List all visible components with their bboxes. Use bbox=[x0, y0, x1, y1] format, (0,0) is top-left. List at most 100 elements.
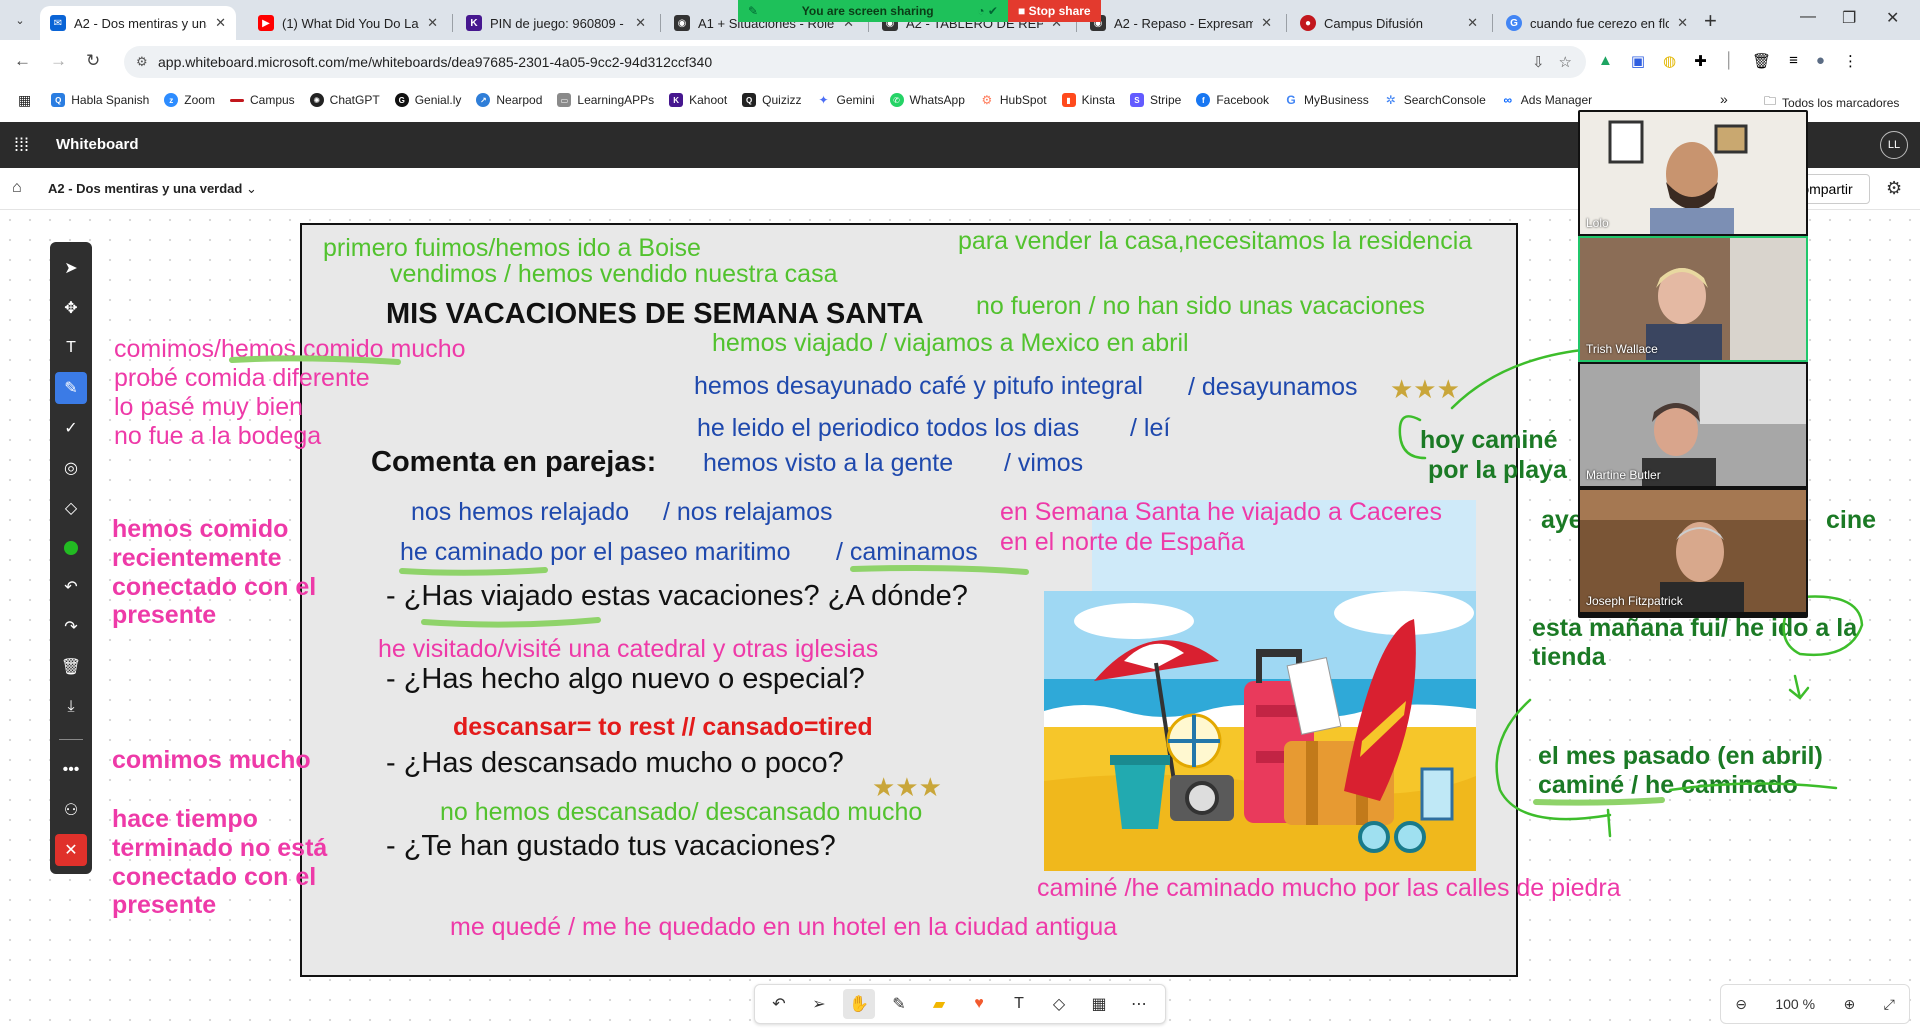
ink-green-2[interactable]: vendimos / hemos vendido nuestra casa bbox=[390, 262, 837, 287]
ink-green-6[interactable]: no hemos descansado/ descansado mucho bbox=[440, 800, 922, 825]
back-icon[interactable]: ← bbox=[14, 51, 31, 71]
reaction-heart-icon[interactable]: ♥ bbox=[963, 989, 995, 1019]
install-app-icon[interactable]: ⇩ bbox=[1532, 53, 1545, 71]
home-icon[interactable]: ⌂ bbox=[12, 179, 22, 197]
ink-blue-1[interactable]: hemos desayunado café y pitufo integral bbox=[694, 374, 1143, 399]
menu-kebab-icon[interactable]: ⋮ bbox=[1843, 52, 1858, 70]
zoom-out-icon[interactable]: ⊖ bbox=[1735, 996, 1747, 1013]
ink-pink-6[interactable]: en el norte de España bbox=[1000, 530, 1245, 555]
more-bookmarks-icon[interactable]: » bbox=[1720, 91, 1728, 107]
ink-pink-bold-1[interactable]: hemos comido recientemente conectado con… bbox=[112, 515, 352, 630]
ink-darkgreen-4[interactable]: cine bbox=[1826, 508, 1876, 533]
ink-blue-7[interactable]: nos hemos relajado bbox=[411, 500, 629, 525]
bookmark-genially[interactable]: G Genial.ly bbox=[394, 93, 461, 107]
ink-blue-3[interactable]: he leido el periodico todos los dias bbox=[697, 416, 1079, 441]
bookmark-gemini[interactable]: ✦ Gemini bbox=[817, 93, 874, 107]
ink-pink-1[interactable]: comimos/hemos comido mucho bbox=[114, 337, 466, 362]
bookmark-kahoot[interactable]: K Kahoot bbox=[669, 93, 727, 107]
bookmark-stripe[interactable]: S Stripe bbox=[1129, 93, 1181, 107]
color-picker-icon[interactable] bbox=[55, 532, 87, 564]
settings-gear-icon[interactable]: ⚙ bbox=[1886, 178, 1902, 199]
ink-blue-10[interactable]: / caminamos bbox=[836, 540, 978, 565]
sticky-note-icon[interactable]: ▰ bbox=[923, 989, 955, 1019]
pen-icon[interactable]: ✎ bbox=[883, 989, 915, 1019]
templates-icon[interactable]: ▦ bbox=[1083, 989, 1115, 1019]
drive-extension-icon[interactable]: ▲ bbox=[1598, 52, 1613, 70]
ink-darkgreen-5[interactable]: esta mañana fui/ he ido a la tienda bbox=[1532, 614, 1892, 672]
window-close-icon[interactable]: ✕ bbox=[1886, 8, 1899, 28]
delete-icon[interactable]: 🗑 bbox=[1752, 52, 1771, 70]
app-name[interactable]: Whiteboard bbox=[56, 136, 139, 153]
bookmark-mybusiness[interactable]: G MyBusiness bbox=[1284, 93, 1368, 107]
participant-tile[interactable]: Martine Butler bbox=[1580, 364, 1806, 486]
participant-tile[interactable]: Lolo bbox=[1580, 112, 1806, 234]
bookmark-habla-spanish[interactable]: Q Habla Spanish bbox=[51, 93, 149, 107]
ink-pink-2[interactable]: probé comida diferente bbox=[114, 366, 370, 391]
fit-screen-icon[interactable]: ⤢ bbox=[1884, 996, 1895, 1013]
ink-blue-9[interactable]: he caminado por el paseo maritimo bbox=[400, 540, 790, 565]
ink-pink-4[interactable]: no fue a la bodega bbox=[114, 424, 321, 449]
undo-icon[interactable]: ↶ bbox=[55, 572, 87, 604]
checkmark-icon[interactable]: ✓ bbox=[55, 412, 87, 444]
ink-red-vocabulary[interactable]: descansar= to rest // cansado=tired bbox=[453, 715, 873, 740]
ink-darkgreen-7[interactable]: caminé / he caminado bbox=[1538, 773, 1798, 798]
ink-pink-5[interactable]: en Semana Santa he viajado a Caceres bbox=[1000, 500, 1442, 525]
redo-icon[interactable]: ↷ bbox=[55, 611, 87, 643]
trash-icon[interactable]: 🗑 bbox=[55, 651, 87, 683]
close-icon[interactable]: ✕ bbox=[215, 15, 226, 31]
zoom-in-icon[interactable]: ⊕ bbox=[1843, 996, 1855, 1013]
bookmark-whatsapp[interactable]: ✆ WhatsApp bbox=[889, 93, 965, 107]
laser-icon[interactable]: ◎ bbox=[55, 452, 87, 484]
headphones-extension-icon[interactable]: ◍ bbox=[1663, 52, 1676, 70]
ink-green-1[interactable]: primero fuimos/hemos ido a Boise bbox=[323, 236, 701, 261]
restore-icon[interactable]: ❐ bbox=[1842, 8, 1856, 28]
user-avatar[interactable]: LL bbox=[1880, 131, 1908, 159]
bookmark-ads-manager[interactable]: ∞ Ads Manager bbox=[1501, 93, 1592, 107]
ink-blue-4[interactable]: / leí bbox=[1130, 416, 1170, 441]
ink-blue-2[interactable]: / desayunamos bbox=[1188, 375, 1358, 400]
ink-pink-8[interactable]: caminé /he caminado mucho por las calles… bbox=[1037, 876, 1621, 901]
apps-grid-icon[interactable]: ▦ bbox=[18, 92, 31, 109]
bookmark-facebook[interactable]: f Facebook bbox=[1196, 93, 1269, 107]
ink-pink-9[interactable]: me quedé / me he quedado en un hotel en … bbox=[450, 915, 1117, 940]
bookmark-learningapps[interactable]: ▭ LearningAPPs bbox=[557, 93, 654, 107]
ink-darkgreen-6[interactable]: el mes pasado (en abril) bbox=[1538, 744, 1823, 769]
ink-blue-6[interactable]: / vimos bbox=[1004, 451, 1083, 476]
text-tool-icon[interactable]: T bbox=[55, 332, 87, 364]
puzzle-icon[interactable]: ✚ bbox=[1694, 52, 1707, 70]
bookmark-chatgpt[interactable]: ✺ ChatGPT bbox=[309, 93, 380, 107]
tab-repaso[interactable]: ◉ A2 - Repaso - Expresamos ✕ bbox=[1080, 6, 1282, 40]
reload-icon[interactable]: ↻ bbox=[86, 51, 100, 71]
bookmark-searchconsole[interactable]: ✲ SearchConsole bbox=[1384, 93, 1486, 107]
profile-avatar-icon[interactable]: ● bbox=[1816, 52, 1825, 70]
move-icon[interactable]: ✥ bbox=[55, 292, 87, 324]
close-icon[interactable]: ✕ bbox=[635, 15, 646, 31]
ink-darkgreen-2[interactable]: por la playa bbox=[1428, 458, 1567, 483]
bookmark-hubspot[interactable]: ⚙ HubSpot bbox=[980, 93, 1047, 107]
ink-pink-7[interactable]: he visitado/visité una catedral y otras … bbox=[378, 637, 878, 662]
ink-blue-5[interactable]: hemos visto a la gente bbox=[703, 451, 953, 476]
bookmark-star-icon[interactable]: ☆ bbox=[1559, 53, 1572, 71]
pen-tool-icon[interactable]: ✎ bbox=[55, 371, 87, 404]
ink-green-3[interactable]: para vender la casa,necesitamos la resid… bbox=[958, 229, 1472, 254]
participant-tile-speaking[interactable]: Trish Wallace bbox=[1578, 236, 1808, 362]
close-rail-icon[interactable]: ✕ bbox=[55, 834, 87, 867]
person-settings-icon[interactable]: ⚇ bbox=[55, 794, 87, 826]
close-icon[interactable]: ✕ bbox=[427, 15, 438, 31]
select-icon[interactable]: ➢ bbox=[803, 989, 835, 1019]
forward-icon[interactable]: → bbox=[50, 51, 67, 71]
bookmark-kinsta[interactable]: ▮ Kinsta bbox=[1061, 93, 1115, 107]
ink-blue-8[interactable]: / nos relajamos bbox=[663, 500, 833, 525]
new-tab-button[interactable]: + bbox=[1704, 8, 1717, 34]
eraser-icon[interactable]: ◇ bbox=[55, 492, 87, 524]
tab-google[interactable]: G cuando fue cerezo en flor ✕ bbox=[1496, 6, 1698, 40]
board-title-dropdown[interactable]: A2 - Dos mentiras y una verdad ⌄ bbox=[48, 181, 257, 197]
text-icon[interactable]: T bbox=[1003, 989, 1035, 1019]
ink-pink-3[interactable]: lo pasé muy bien bbox=[114, 395, 303, 420]
app-launcher-icon[interactable]: ⁞⁞⁞ bbox=[14, 135, 29, 156]
bookmark-campus[interactable]: Campus bbox=[229, 93, 295, 107]
ink-darkgreen-1[interactable]: hoy caminé bbox=[1420, 428, 1558, 453]
more-options-icon[interactable]: ••• bbox=[55, 754, 87, 786]
ink-green-5[interactable]: hemos viajado / viajamos a Mexico en abr… bbox=[712, 331, 1189, 356]
more-icon[interactable]: ⋯ bbox=[1123, 989, 1155, 1019]
